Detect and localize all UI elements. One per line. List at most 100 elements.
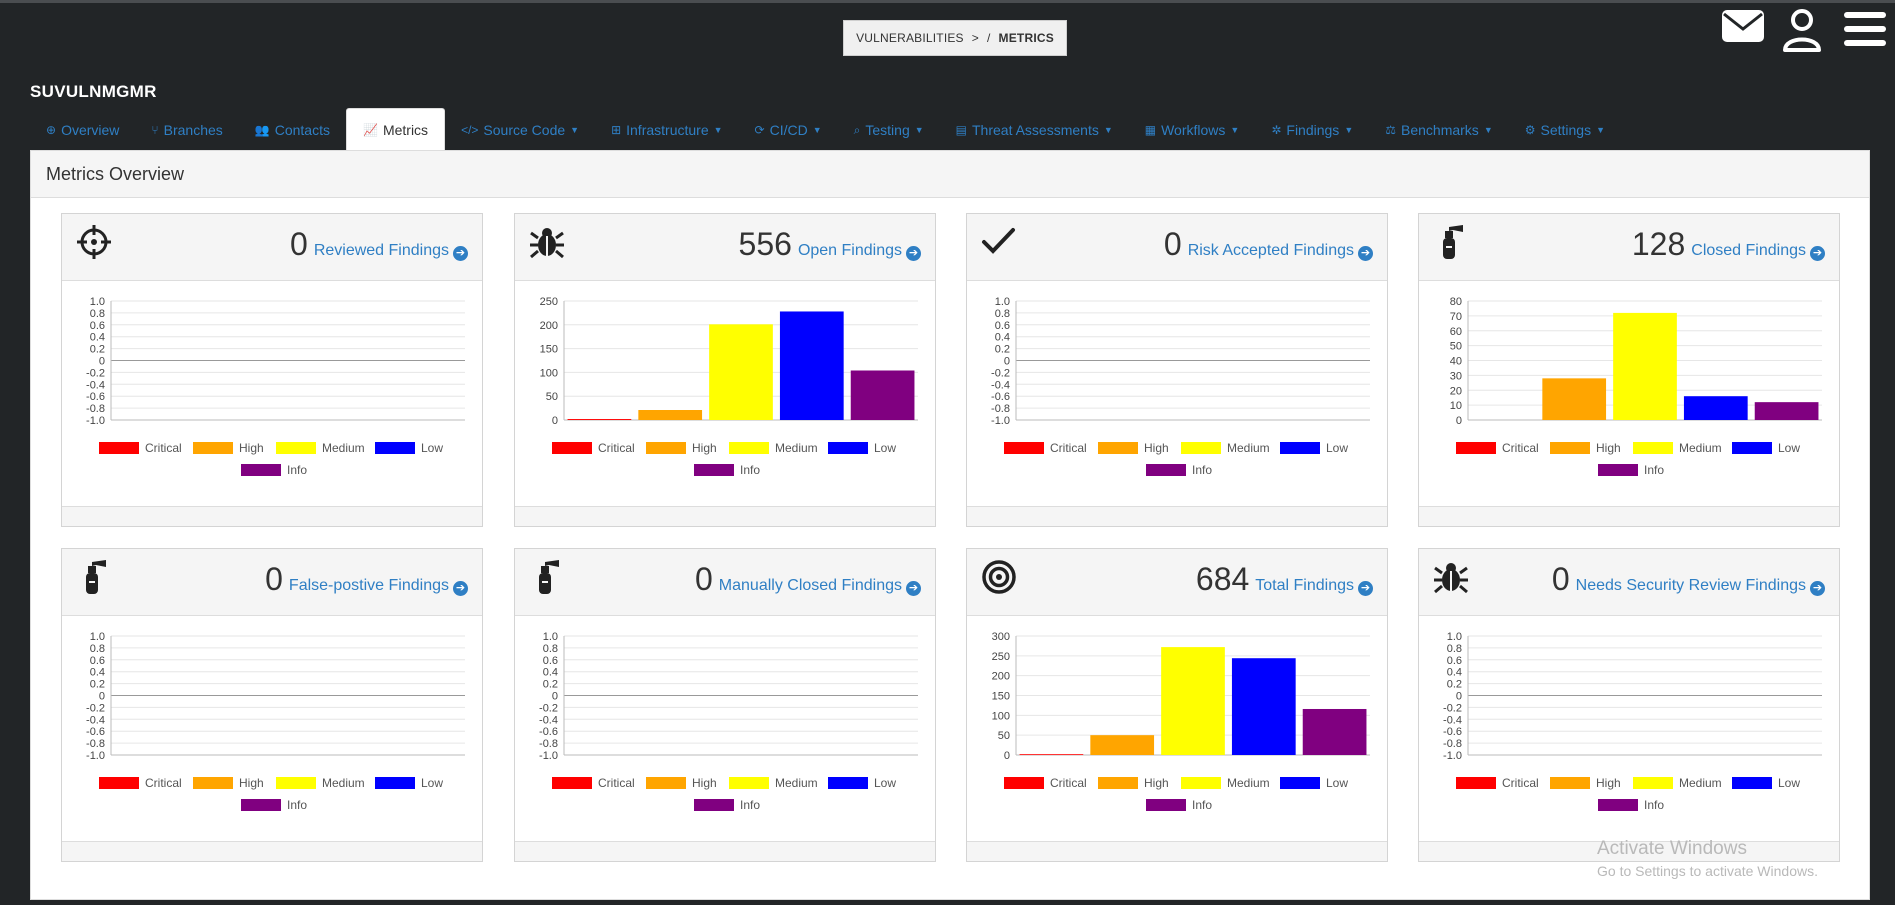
legend-label: Critical — [598, 441, 635, 455]
tab-findings[interactable]: ✲ Findings ▼ — [1255, 110, 1369, 150]
fire-extinguisher-icon — [1433, 224, 1469, 260]
finding-count: 556 — [738, 226, 792, 262]
tab-ci-cd[interactable]: ⟳ CI/CD ▼ — [739, 110, 838, 150]
tab-branches[interactable]: ⑂ Branches — [135, 110, 238, 150]
arrow-circle-right-icon[interactable]: ➔ — [1810, 246, 1825, 261]
finding-link[interactable]: Needs Security Review Findings — [1576, 577, 1806, 595]
y-tick-label: 100 — [992, 710, 1010, 722]
y-tick-label: 0.8 — [995, 308, 1010, 320]
users-icon: 👥 — [254, 123, 270, 137]
caret-down-icon: ▼ — [812, 125, 822, 135]
tab-contacts[interactable]: 👥 Contacts — [239, 110, 346, 150]
y-tick-label: 1.0 — [90, 296, 105, 308]
arrow-circle-right-icon[interactable]: ➔ — [1358, 581, 1373, 596]
finding-count: 128 — [1631, 226, 1686, 262]
finding-count: 0 — [695, 561, 713, 597]
findings-bar-chart: 1.00.80.60.40.20-0.2-0.4-0.6-0.8-1.0 Crit… — [1443, 631, 1822, 812]
caret-down-icon: ▼ — [570, 125, 580, 135]
tab-label: Benchmarks — [1401, 122, 1479, 138]
finding-count: 0 — [1163, 226, 1182, 262]
tab-infrastructure[interactable]: ⊞ Infrastructure ▼ — [595, 110, 738, 150]
arrow-circle-right-icon[interactable]: ➔ — [453, 581, 468, 596]
tab-benchmarks[interactable]: ⚖ Benchmarks ▼ — [1369, 110, 1509, 150]
tab-workflows[interactable]: ▦ Workflows ▼ — [1129, 110, 1256, 150]
legend-swatch-high — [193, 777, 233, 789]
legend-label: High — [1596, 776, 1621, 790]
y-tick-label: 30 — [1450, 370, 1462, 382]
findings-bar-chart: 1.00.80.60.40.20-0.2-0.4-0.6-0.8-1.0 Crit… — [539, 631, 918, 812]
y-tick-label: 10 — [1450, 400, 1462, 412]
finding-link[interactable]: Manually Closed Findings — [719, 577, 902, 595]
tab-label: Branches — [163, 122, 223, 138]
y-tick-label: -1.0 — [1443, 750, 1462, 762]
user-icon[interactable] — [1782, 8, 1822, 57]
legend-swatch-info — [1146, 464, 1186, 476]
y-tick-label: -0.6 — [1443, 726, 1462, 738]
finding-link[interactable]: Risk Accepted Findings — [1188, 242, 1354, 260]
finding-link[interactable]: Open Findings — [798, 242, 902, 260]
tab-label: Source Code — [483, 122, 566, 138]
y-tick-label: -0.4 — [991, 379, 1010, 391]
tab-label: Overview — [61, 122, 120, 138]
bar-info — [1302, 708, 1367, 755]
legend-label: Critical — [1502, 441, 1539, 455]
metric-card: 0 Needs Security Review Findings ➔ 1.0 0.8 0.… — [1418, 548, 1840, 862]
tab-label: Testing — [865, 122, 910, 138]
finding-link[interactable]: Total Findings — [1255, 577, 1354, 595]
arrow-circle-right-icon[interactable]: ➔ — [1358, 246, 1373, 261]
finding-link[interactable]: False-postive Findings — [289, 577, 449, 595]
y-tick-label: 60 — [1450, 326, 1462, 338]
arrow-circle-right-icon[interactable]: ➔ — [1810, 581, 1825, 596]
tab-source-code[interactable]: </> Source Code ▼ — [445, 110, 595, 150]
y-tick-label: 0.2 — [543, 679, 558, 691]
globe-icon: ⊕ — [46, 123, 57, 137]
arrow-circle-right-icon[interactable]: ➔ — [906, 246, 921, 261]
tab-metrics[interactable]: 📈 Metrics — [345, 108, 446, 150]
metrics-panel: Metrics Overview 0 Reviewed Findings ➔ 1.0 0… — [30, 150, 1870, 900]
envelope-icon[interactable] — [1721, 8, 1765, 49]
check-icon — [981, 224, 1017, 260]
legend-label: Info — [287, 798, 307, 812]
tab-overview[interactable]: ⊕ Overview — [30, 110, 135, 150]
tab-label: Findings — [1286, 122, 1340, 138]
y-tick-label: -0.4 — [539, 714, 558, 726]
y-tick-label: 0 — [99, 356, 105, 368]
code-icon: </> — [461, 123, 479, 137]
legend-swatch-info — [1598, 464, 1638, 476]
caret-down-icon: ▼ — [1230, 125, 1240, 135]
finding-count: 0 — [290, 226, 308, 262]
y-tick-label: -0.8 — [86, 403, 105, 415]
caret-down-icon: ▼ — [914, 125, 924, 135]
bullseye-icon — [981, 559, 1017, 595]
y-tick-label: 80 — [1450, 296, 1462, 308]
caret-down-icon: ▼ — [1103, 125, 1113, 135]
arrow-circle-right-icon[interactable]: ➔ — [906, 581, 921, 596]
finding-link[interactable]: Reviewed Findings — [314, 242, 449, 260]
y-tick-label: 0.6 — [995, 320, 1010, 332]
tab-label: Settings — [1540, 122, 1592, 138]
legend-swatch-medium — [276, 777, 316, 789]
metric-card: 0 False-postive Findings ➔ 1.0 0.8 0.6 0.4 0.2 0… — [61, 548, 483, 862]
y-tick-label: 250 — [540, 296, 558, 308]
breadcrumb: VULNERABILITIES > / METRICS — [843, 20, 1067, 56]
sitemap-icon: ⊞ — [611, 123, 622, 137]
legend-label: Medium — [322, 441, 365, 455]
finding-link[interactable]: Closed Findings — [1691, 242, 1806, 260]
legend-swatch-critical — [1456, 442, 1496, 454]
legend-label: Medium — [775, 441, 818, 455]
legend-label: Low — [874, 441, 896, 455]
bar-medium — [1161, 647, 1225, 755]
legend-label: Low — [1326, 776, 1348, 790]
breadcrumb-current: METRICS — [998, 31, 1054, 45]
tab-settings[interactable]: ⚙ Settings ▼ — [1509, 110, 1621, 150]
y-tick-label: 0.4 — [543, 667, 558, 679]
arrow-circle-right-icon[interactable]: ➔ — [453, 246, 468, 261]
tab-testing[interactable]: ⌕ Testing ▼ — [838, 110, 940, 150]
breadcrumb-parent[interactable]: VULNERABILITIES — [856, 31, 964, 45]
app-name[interactable]: SUVULNMGMR — [30, 82, 157, 102]
legend-swatch-critical — [1004, 777, 1044, 789]
bar-medium — [709, 324, 773, 420]
activate-windows-subtitle: Go to Settings to activate Windows. — [1597, 863, 1818, 879]
tab-threat-assessments[interactable]: ▤ Threat Assessments ▼ — [940, 110, 1129, 150]
menu-hamburger-icon[interactable] — [1844, 10, 1886, 53]
